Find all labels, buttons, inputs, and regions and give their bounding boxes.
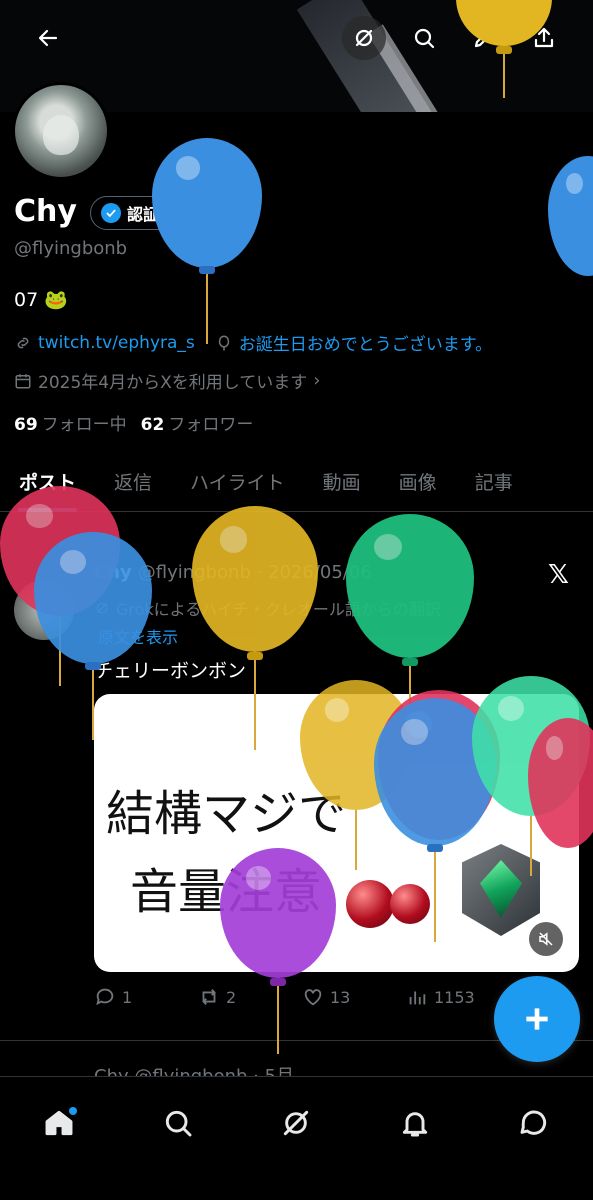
profile-name: Chy: [14, 194, 77, 229]
post-actions: 1 2 13 1153: [94, 986, 514, 1008]
following-label: フォロー中: [41, 415, 127, 435]
profile-meta-links: twitch.tv/ephyra_s お誕生日おめでとうございます。: [14, 330, 492, 355]
search-icon: [165, 1110, 192, 1137]
message-icon: [520, 1110, 546, 1135]
plus-icon: [526, 1008, 548, 1030]
view-count: 1153: [434, 987, 475, 1007]
nav-grok[interactable]: [266, 1093, 326, 1153]
grok-icon: [355, 29, 373, 47]
balloon-decoration: [548, 156, 593, 276]
back-arrow-icon: [38, 29, 58, 47]
profile-handle: @flyingbonb: [14, 238, 128, 259]
like-button[interactable]: 13: [302, 986, 406, 1008]
repost-icon: [202, 989, 216, 1005]
post-avatar[interactable]: [14, 580, 74, 640]
balloon-decoration: [346, 514, 474, 706]
gem-emblem-image: [462, 844, 540, 936]
notification-dot: [69, 1107, 78, 1115]
tab-photos[interactable]: 画像: [380, 452, 456, 512]
post-header: Chy @flyingbonb · 2026/05/06: [94, 562, 372, 583]
post-media-video[interactable]: 結構マジで 音量注意: [94, 694, 579, 972]
repost-button[interactable]: 2: [198, 986, 302, 1008]
media-text-line1: 結構マジで: [106, 786, 347, 842]
search-button[interactable]: [402, 16, 446, 60]
nav-notifications[interactable]: [385, 1093, 445, 1153]
share-button[interactable]: [522, 16, 566, 60]
tab-posts[interactable]: ポスト: [0, 452, 95, 512]
x-logo-icon: 𝕏: [548, 560, 569, 590]
reply-count: 1: [122, 987, 133, 1007]
calendar-icon: [15, 373, 31, 388]
verify-label: 認証を受ける: [127, 205, 224, 224]
show-original-link[interactable]: 原文を表示: [98, 624, 178, 648]
follow-stats: 69 フォロー中 62 フォロワー: [14, 410, 253, 435]
balloon-icon: [218, 335, 230, 350]
tab-highlights[interactable]: ハイライト: [171, 452, 304, 512]
views-chart-icon: [409, 991, 426, 1005]
verify-button[interactable]: 認証を受ける: [90, 196, 237, 230]
post-handle-date: @flyingbonb · 2026/05/06: [137, 562, 372, 583]
heart-icon: [304, 989, 322, 1006]
link-icon: [17, 337, 29, 348]
reply-button[interactable]: 1: [94, 986, 198, 1008]
edit-button[interactable]: [462, 16, 506, 60]
profile-link[interactable]: twitch.tv/ephyra_s: [38, 333, 195, 353]
bottom-navigation: [0, 1076, 593, 1200]
followers-link[interactable]: 62 フォロワー: [141, 410, 254, 435]
bell-icon: [402, 1112, 428, 1137]
like-count: 13: [330, 987, 351, 1007]
search-icon: [414, 28, 435, 49]
back-button[interactable]: [26, 16, 70, 60]
translation-text: Grokによるハイチ・クレオール語からの翻訳: [116, 600, 441, 619]
post-text: チェリーボンボン: [94, 660, 247, 682]
cherry-image: [346, 880, 394, 928]
media-text-line2: 音量注意: [130, 864, 323, 920]
nav-messages[interactable]: [504, 1093, 564, 1153]
grok-button[interactable]: [342, 16, 386, 60]
repost-count: 2: [226, 987, 237, 1007]
tab-videos[interactable]: 動画: [304, 452, 380, 512]
profile-tabs: ポスト 返信 ハイライト 動画 画像 記事: [0, 452, 593, 512]
tab-replies[interactable]: 返信: [95, 452, 171, 512]
mute-icon: [539, 932, 553, 946]
cherry-image: [390, 884, 430, 924]
edit-icon: [474, 29, 493, 48]
followers-count: 62: [140, 415, 165, 435]
following-count: 69: [14, 415, 38, 435]
birthday-message[interactable]: お誕生日おめでとうございます。: [239, 330, 492, 355]
share-icon: [534, 27, 554, 48]
avatar[interactable]: [12, 82, 110, 180]
unmute-button[interactable]: [529, 922, 563, 956]
profile-bio: 07 🐸: [14, 289, 68, 311]
reply-icon: [96, 988, 114, 1006]
grok-icon: [284, 1110, 309, 1136]
nav-search[interactable]: [148, 1093, 208, 1153]
verified-badge-icon: [101, 203, 121, 223]
grok-small-icon: [96, 602, 108, 614]
joined-date-row[interactable]: 2025年4月からXを利用しています ›: [14, 368, 320, 393]
followers-label: フォロワー: [168, 415, 254, 435]
joined-date: 2025年4月からXを利用しています: [38, 373, 308, 393]
views-button[interactable]: 1153: [406, 986, 510, 1008]
following-link[interactable]: 69 フォロー中: [14, 410, 127, 435]
translation-notice: Grokによるハイチ・クレオール語からの翻訳: [94, 596, 441, 620]
tab-articles[interactable]: 記事: [456, 452, 532, 512]
compose-post-button[interactable]: [494, 976, 580, 1062]
nav-home[interactable]: [29, 1093, 89, 1153]
post-author-name[interactable]: Chy: [94, 562, 132, 583]
chevron-right-icon: ›: [313, 370, 321, 391]
